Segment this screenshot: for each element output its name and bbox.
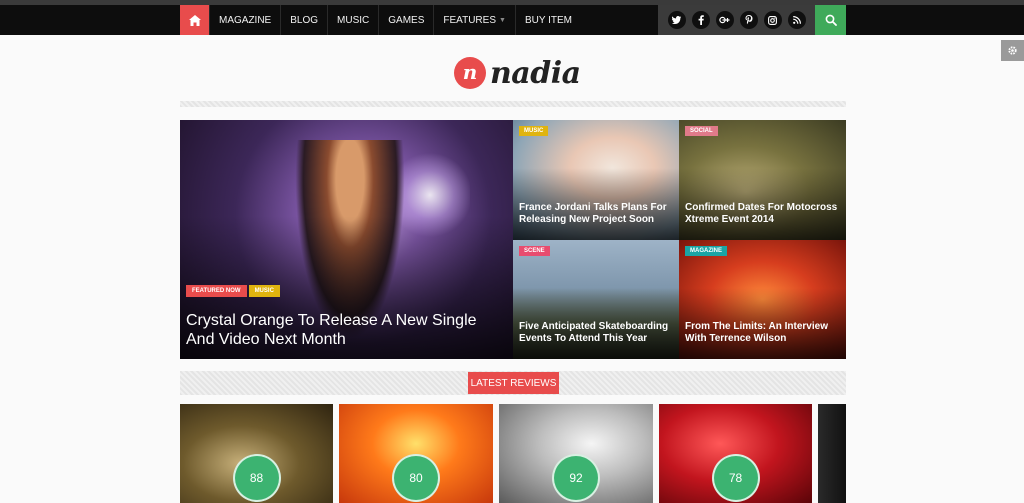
site-logo[interactable]: n nadia xyxy=(454,55,581,91)
review-card[interactable]: 78 xyxy=(659,404,812,503)
style-switcher-button[interactable] xyxy=(1001,40,1024,61)
featured-post[interactable]: Crystal Orange To Release A New Single A… xyxy=(180,120,513,359)
review-score: 92 xyxy=(552,454,600,502)
chevron-down-icon: ▼ xyxy=(499,16,506,24)
post-tile[interactable]: MUSIC France Jordani Talks Plans For Rel… xyxy=(513,120,679,240)
header-divider xyxy=(180,101,846,107)
category-badge[interactable]: SCENE xyxy=(519,246,550,256)
nav-item-label: MUSIC xyxy=(337,14,370,26)
post-tile[interactable]: SOCIAL Confirmed Dates For Motocross Xtr… xyxy=(679,120,846,240)
post-title[interactable]: Confirmed Dates For Motocross Xtreme Eve… xyxy=(685,202,840,226)
social-links xyxy=(658,5,815,35)
featured-badges: FEATURED NOW MUSIC xyxy=(186,285,280,297)
review-card[interactable] xyxy=(818,404,846,503)
nav-item-label: BLOG xyxy=(290,14,319,26)
logo-mark: n xyxy=(454,57,486,89)
review-score: 80 xyxy=(392,454,440,502)
review-score: 78 xyxy=(711,454,760,502)
facebook-icon[interactable] xyxy=(691,11,710,29)
category-badge[interactable]: MAGAZINE xyxy=(685,246,727,256)
badge-featured-now[interactable]: FEATURED NOW xyxy=(186,285,247,297)
nav-item-games[interactable]: GAMES xyxy=(378,5,433,35)
post-title[interactable]: From The Limits: An Interview With Terre… xyxy=(685,321,840,345)
home-icon xyxy=(188,14,201,26)
search-icon xyxy=(825,14,837,26)
post-title[interactable]: Five Anticipated Skateboarding Events To… xyxy=(519,321,673,345)
post-tile[interactable]: SCENE Five Anticipated Skateboarding Eve… xyxy=(513,240,679,359)
nav-item-magazine[interactable]: MAGAZINE xyxy=(209,5,280,35)
category-badge[interactable]: MUSIC xyxy=(519,126,549,136)
nav-item-label: GAMES xyxy=(388,14,425,26)
nav-item-blog[interactable]: BLOG xyxy=(280,5,327,35)
review-card[interactable]: 92 xyxy=(499,404,653,503)
featured-title[interactable]: Crystal Orange To Release A New Single A… xyxy=(186,311,507,349)
instagram-icon[interactable] xyxy=(763,11,782,29)
logo-text: nadia xyxy=(490,55,581,91)
category-badge[interactable]: SOCIAL xyxy=(685,126,718,136)
search-button[interactable] xyxy=(815,5,846,35)
badge-music[interactable]: MUSIC xyxy=(248,285,280,297)
nav-item-music[interactable]: MUSIC xyxy=(327,5,378,35)
post-tile[interactable]: MAGAZINE From The Limits: An Interview W… xyxy=(679,240,846,359)
twitter-icon[interactable] xyxy=(667,11,686,29)
rss-icon[interactable] xyxy=(787,11,806,29)
nav-item-label: MAGAZINE xyxy=(219,14,272,26)
nav-item-features[interactable]: FEATURES ▼ xyxy=(433,5,515,35)
gear-icon xyxy=(1008,46,1017,55)
post-title[interactable]: France Jordani Talks Plans For Releasing… xyxy=(519,202,673,226)
pinterest-icon[interactable] xyxy=(739,11,758,29)
latest-reviews-heading: LATEST REVIEWS xyxy=(468,372,559,394)
nav-item-label: FEATURES xyxy=(443,14,496,26)
nav-item-label: BUY ITEM xyxy=(524,14,572,26)
google-plus-icon[interactable] xyxy=(715,11,734,29)
nav-item-buy-item[interactable]: BUY ITEM xyxy=(514,5,581,35)
review-score: 88 xyxy=(232,454,281,502)
review-card[interactable]: 80 xyxy=(339,404,493,503)
nav-menu: MAGAZINE BLOG MUSIC GAMES FEATURES ▼ BUY … xyxy=(209,5,581,35)
home-button[interactable] xyxy=(180,5,209,35)
review-card[interactable]: 88 xyxy=(180,404,333,503)
